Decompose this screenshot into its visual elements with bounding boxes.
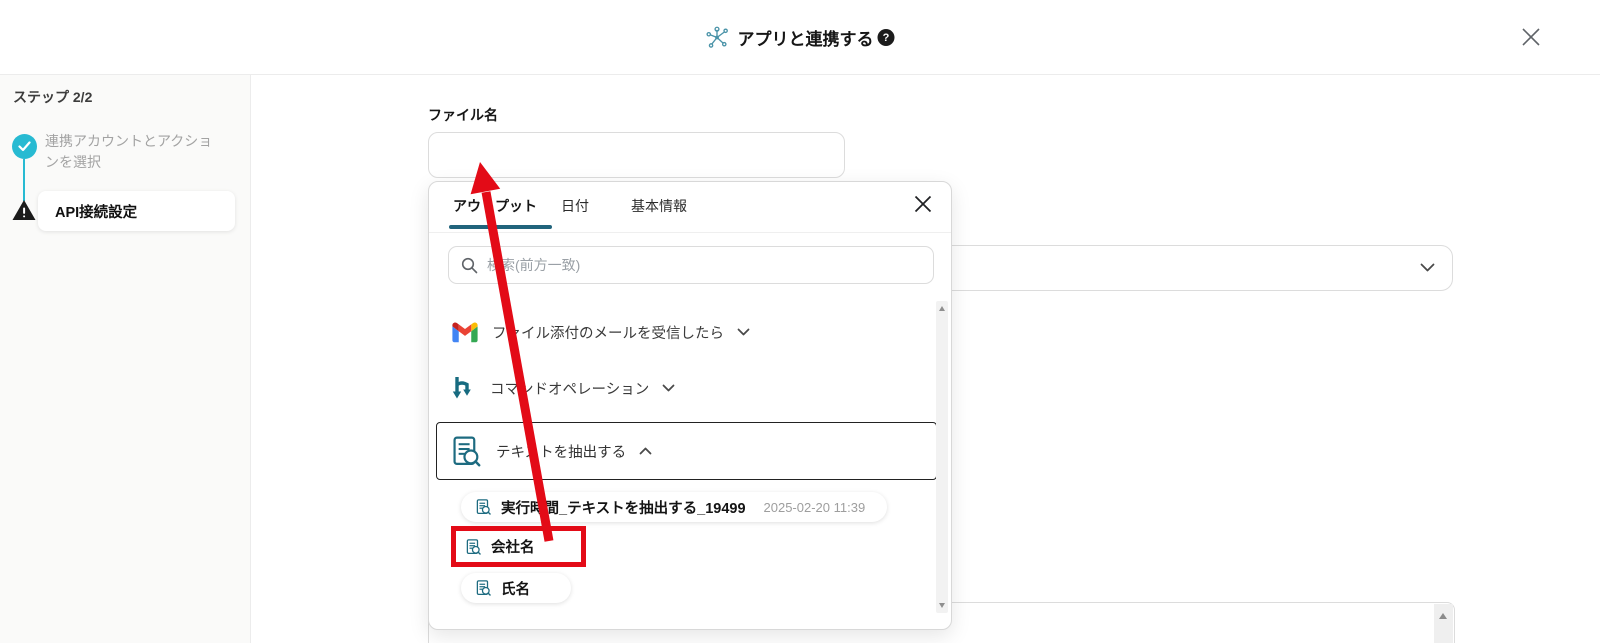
- group-label: テキストを抽出する: [496, 444, 627, 461]
- close-icon[interactable]: [1520, 26, 1542, 48]
- modal-header: アプリと連携する ?: [0, 0, 1600, 75]
- search-input[interactable]: [487, 257, 921, 273]
- step-counter: ステップ 2/2: [13, 89, 93, 105]
- command-operation-icon: [452, 376, 471, 398]
- page-title: アプリと連携する ?: [706, 25, 895, 50]
- output-item-label: 実行時間_テキストを抽出する_19499: [501, 500, 746, 517]
- group-extract-text[interactable]: テキストを抽出する: [436, 422, 937, 480]
- app-network-icon: [706, 26, 728, 48]
- sidebar-item-api-settings[interactable]: API接続設定: [38, 191, 235, 231]
- file-name-input[interactable]: [428, 132, 845, 178]
- output-picker-popup: アウトプット 日付 基本情報 検索(前方一致) ファイル添付のメールを受信したら…: [428, 181, 952, 630]
- tab-date[interactable]: 日付: [561, 196, 589, 216]
- steps-sidebar: ステップ 2/2 連携アカウントとアクションを選択 API接続設定: [0, 75, 251, 643]
- output-item-label: 氏名: [501, 581, 530, 598]
- group-label: ファイル添付のメールを受信したら: [492, 325, 724, 342]
- output-item-timestamp: 2025-02-20 11:39: [763, 499, 866, 515]
- step-connector-line: [23, 159, 25, 201]
- tab-output[interactable]: アウトプット: [453, 196, 537, 216]
- tab-basic-info[interactable]: 基本情報: [631, 196, 687, 216]
- app-integration-modal: アプリと連携する ? ステップ 2/2 連携アカウントとアクションを選択 API…: [0, 0, 1600, 643]
- textarea-scrollbar[interactable]: [1434, 604, 1453, 643]
- popup-close-icon[interactable]: [913, 194, 933, 214]
- extract-text-icon: [466, 538, 481, 555]
- tabs-divider: [429, 232, 951, 233]
- chevron-down-icon: [1420, 263, 1435, 272]
- step-done-icon: [12, 134, 37, 159]
- gmail-icon: [452, 321, 478, 342]
- chevron-down-icon: [737, 328, 750, 336]
- output-item-label: 会社名: [491, 540, 535, 556]
- popup-scrollbar[interactable]: [936, 301, 948, 613]
- scroll-up-arrow-icon: [938, 306, 945, 311]
- chevron-up-icon: [639, 447, 652, 455]
- scroll-up-arrow-icon: [1439, 613, 1447, 619]
- group-gmail-trigger[interactable]: ファイル添付のメールを受信したら: [451, 317, 750, 347]
- sidebar-item-select-account-action[interactable]: 連携アカウントとアクションを選択: [45, 131, 225, 173]
- search-box: [448, 246, 934, 284]
- extract-text-icon: [453, 436, 481, 466]
- output-item-run-time[interactable]: 実行時間_テキストを抽出する_19499 2025-02-20 11:39: [461, 492, 887, 522]
- scroll-down-arrow-icon: [938, 603, 945, 608]
- help-icon[interactable]: ?: [877, 29, 895, 46]
- group-command-operation[interactable]: コマンドオペレーション: [451, 373, 675, 403]
- extract-text-icon: [476, 499, 491, 515]
- extract-text-icon: [476, 580, 491, 596]
- output-item-company-name[interactable]: 会社名: [451, 526, 586, 567]
- search-icon: [461, 257, 478, 273]
- file-name-label: ファイル名: [428, 107, 498, 123]
- sidebar-item-label: API接続設定: [55, 204, 138, 221]
- warning-icon: [12, 200, 36, 220]
- chevron-down-icon: [662, 384, 675, 392]
- active-tab-underline: [449, 225, 552, 229]
- group-label: コマンドオペレーション: [490, 381, 650, 398]
- output-item-person-name[interactable]: 氏名: [461, 573, 571, 603]
- page-title-text: アプリと連携する: [737, 30, 874, 49]
